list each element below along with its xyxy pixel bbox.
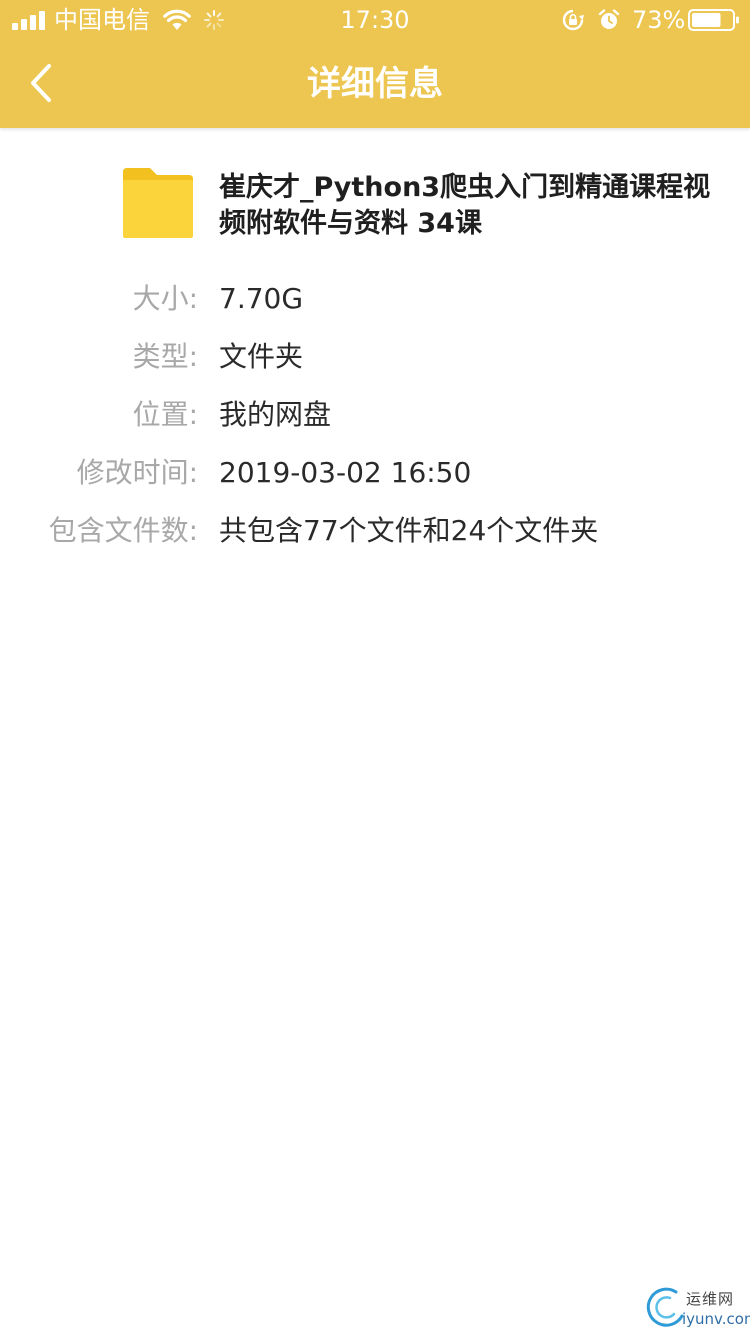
detail-value: 7.70G: [219, 282, 304, 315]
status-bar: 中国电信 17:30 73%: [0, 0, 750, 40]
file-name: 崔庆才_Python3爬虫入门到精通课程视频附软件与资料 34课: [219, 172, 711, 239]
detail-label: 包含文件数:: [48, 514, 198, 547]
watermark-text-cn: 运维网: [686, 1290, 735, 1308]
detail-value: 共包含77个文件和24个文件夹: [219, 514, 599, 547]
watermark: 运维网 iyunv.com: [646, 1286, 750, 1330]
orientation-lock-icon: [562, 9, 584, 31]
battery-percent: 73%: [632, 6, 686, 34]
detail-label: 修改时间:: [76, 456, 198, 489]
page-title: 详细信息: [307, 64, 443, 104]
detail-row-location: 位置: 我的网盘: [0, 395, 750, 435]
watermark-text-en: iyunv.com: [682, 1310, 750, 1328]
detail-row-size: 大小: 7.70G: [0, 279, 750, 319]
detail-label: 大小:: [132, 282, 198, 315]
detail-label: 位置:: [132, 398, 198, 431]
folder-icon: [123, 168, 193, 238]
detail-row-contents: 包含文件数: 共包含77个文件和24个文件夹: [0, 511, 750, 551]
detail-value: 文件夹: [219, 340, 304, 373]
detail-label: 类型:: [132, 340, 198, 373]
detail-row-type: 类型: 文件夹: [0, 337, 750, 377]
detail-value: 2019-03-02 16:50: [219, 456, 472, 489]
header: 中国电信 17:30 73% 详细信息: [0, 0, 750, 128]
battery-icon: [688, 9, 739, 31]
alarm-icon: [598, 9, 620, 29]
detail-row-modified: 修改时间: 2019-03-02 16:50: [0, 453, 750, 493]
detail-value: 我的网盘: [219, 398, 332, 431]
